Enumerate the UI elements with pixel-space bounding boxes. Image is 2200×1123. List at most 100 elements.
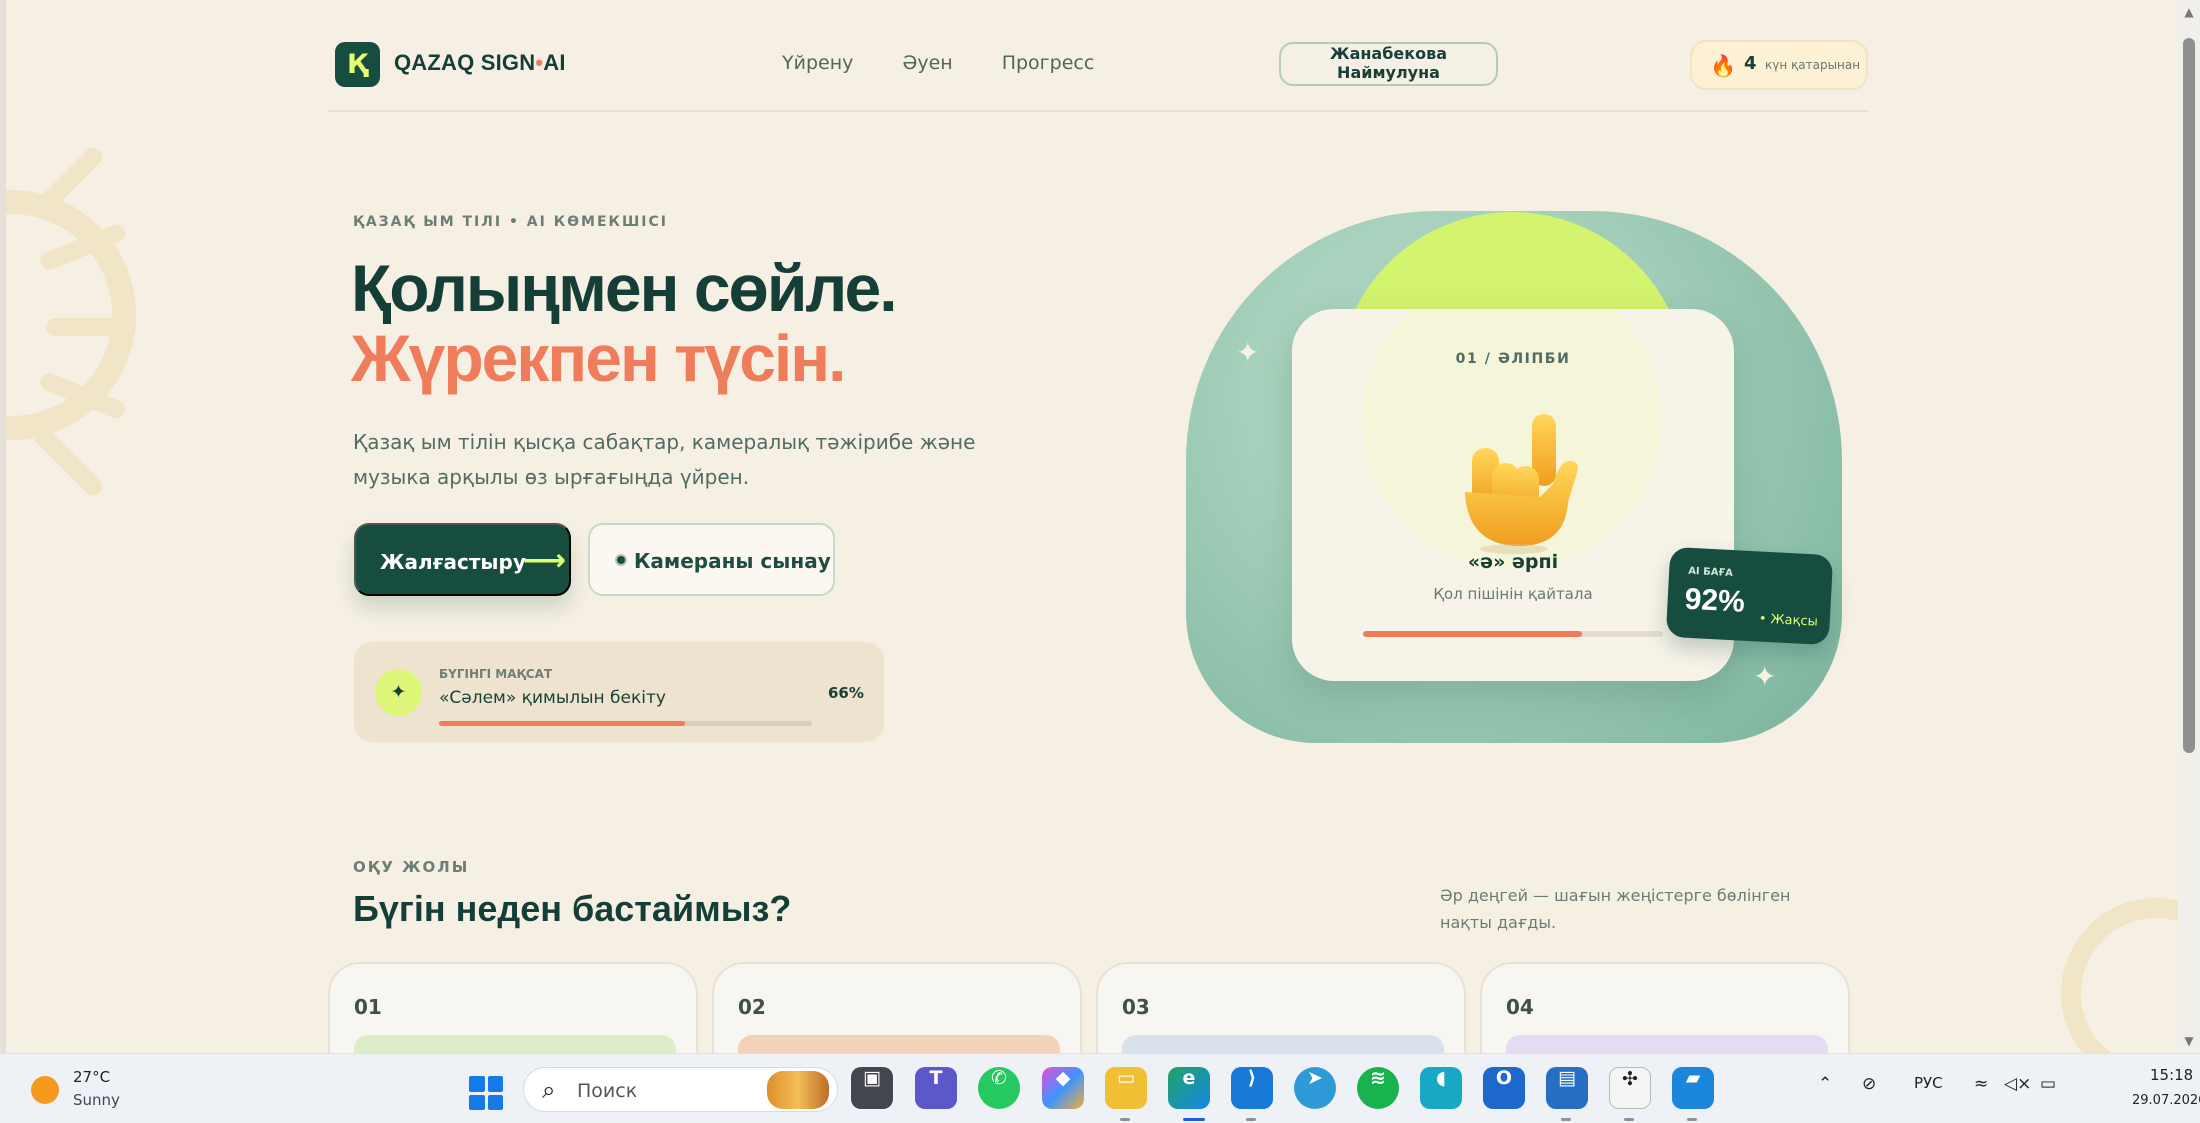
scroll-up-arrow-icon[interactable]: ▲ xyxy=(2183,6,2195,18)
lesson-card-number: 01 xyxy=(354,995,382,1019)
sparkle-icon: ✦ xyxy=(375,669,422,716)
brand-suffix: AI xyxy=(543,50,566,75)
ai-score-value: 92% xyxy=(1683,582,1746,619)
clock-date[interactable]: 29.07.2026 xyxy=(2132,1093,2200,1108)
visibility-off-icon[interactable]: ⊘ xyxy=(1862,1074,1876,1094)
spotify-icon[interactable]: ≋ xyxy=(1357,1067,1399,1109)
hero-eyebrow: ҚАЗАҚ ЫМ ТІЛІ • AI КӨМЕКШІСІ xyxy=(353,214,668,230)
nav-link-music[interactable]: Әуен xyxy=(902,52,952,74)
nav-link-learn[interactable]: Үйрену xyxy=(782,52,853,74)
streak-badge[interactable]: 🔥 4 күн қатарынан xyxy=(1690,40,1868,90)
file-explorer-icon[interactable]: ▭ xyxy=(1105,1067,1147,1109)
daily-goal-percent: 66% xyxy=(828,684,864,702)
whatsapp-icon[interactable]: ✆ xyxy=(978,1067,1020,1109)
lesson-card-number: 02 xyxy=(738,995,766,1019)
lesson-list: 01 02 03 04 xyxy=(328,962,1868,1053)
lesson-card-color-strip xyxy=(738,1035,1060,1053)
main-menu: Үйрену Әуен Прогресс xyxy=(782,52,1094,74)
arrow-right-icon: ⟶ xyxy=(523,543,567,578)
nav-link-progress[interactable]: Прогресс xyxy=(1002,52,1095,74)
docker-icon[interactable]: ▰ xyxy=(1672,1067,1714,1109)
lesson-card-number: 03 xyxy=(1122,995,1150,1019)
running-app-indicator xyxy=(1624,1118,1634,1121)
outlook-icon[interactable]: O xyxy=(1483,1067,1525,1109)
sun-weather-icon[interactable] xyxy=(31,1076,59,1104)
weather-temperature[interactable]: 27°C xyxy=(73,1068,110,1086)
muted-speaker-icon[interactable]: ◁× xyxy=(2004,1074,2031,1094)
decorative-sun-ray xyxy=(29,422,107,500)
language-indicator[interactable]: РУС xyxy=(1914,1074,1943,1092)
scrollbar-thumb[interactable] xyxy=(2183,38,2195,753)
task-view-icon[interactable]: ▣ xyxy=(851,1067,893,1109)
letter-title: «ә» әрпі xyxy=(1467,551,1559,573)
vertical-scrollbar[interactable]: ▲ ▼ xyxy=(2178,0,2200,1053)
telegram-icon[interactable]: ➤ xyxy=(1294,1067,1336,1109)
lesson-card-number: 04 xyxy=(1506,995,1534,1019)
try-camera-label: Камераны сынау xyxy=(634,549,831,573)
show-hidden-icons-icon[interactable]: ⌃ xyxy=(1818,1074,1832,1094)
vscode-icon[interactable]: ⟩ xyxy=(1231,1067,1273,1109)
ai-score-label: AI БАҒА xyxy=(1687,565,1734,580)
clock-time[interactable]: 15:18 xyxy=(2150,1066,2193,1084)
chatgpt-icon[interactable]: ✣ xyxy=(1609,1067,1651,1109)
fire-icon: 🔥 xyxy=(1710,54,1737,78)
daily-goal-card: ✦ БҮГІНГІ МАҚСАТ «Сәлем» қимылын бекіту … xyxy=(354,642,884,742)
weather-description[interactable]: Sunny xyxy=(73,1091,120,1109)
daily-goal-label: БҮГІНГІ МАҚСАТ xyxy=(439,667,553,681)
lesson-card-color-strip xyxy=(354,1035,676,1053)
streak-label: күн қатарынан xyxy=(1765,58,1861,72)
running-app-indicator xyxy=(1120,1118,1130,1121)
remote-desktop-icon[interactable]: ▤ xyxy=(1546,1067,1588,1109)
sparkle-icon: ✦ xyxy=(1236,336,1260,369)
hero-heading-line1: Қолыңмен сөйле. xyxy=(351,251,898,325)
logo-mark[interactable]: Қ xyxy=(335,42,380,87)
lesson-progress-fill xyxy=(1363,631,1582,637)
learning-path-description: Әр деңгей — шағын жеңістерге бөлінген на… xyxy=(1440,886,1791,932)
windows-start-icon[interactable] xyxy=(469,1076,503,1110)
search-icon: ⌕ xyxy=(542,1076,556,1104)
wave-app-icon[interactable]: ◖ xyxy=(1420,1067,1462,1109)
daily-goal-title: «Сәлем» қимылын бекіту xyxy=(439,688,666,708)
daily-goal-progress-track xyxy=(439,721,812,726)
continue-label: Жалғастыру xyxy=(380,550,526,574)
ai-score-grade: • Жақсы xyxy=(1758,611,1819,630)
lesson-number: 01 / ӘЛІПБИ xyxy=(1455,351,1571,367)
continue-button[interactable]: Жалғастыру ⟶ xyxy=(354,523,571,596)
hand-sign-icon xyxy=(1465,414,1578,554)
decorative-sun-ray xyxy=(46,318,136,336)
edge-browser-icon[interactable]: e xyxy=(1168,1067,1210,1109)
search-highlight-icon xyxy=(767,1071,829,1109)
record-icon xyxy=(615,554,627,566)
scroll-down-arrow-icon[interactable]: ▼ xyxy=(2183,1035,2195,1047)
lesson-card-color-strip xyxy=(1506,1035,1828,1053)
streak-count: 4 xyxy=(1744,53,1757,74)
lesson-card-3[interactable]: 03 xyxy=(1096,962,1466,1053)
brand-name[interactable]: QAZAQ SIGN•AI xyxy=(394,50,566,76)
teams-icon[interactable]: T xyxy=(915,1067,957,1109)
sparkle-icon: ✦ xyxy=(1753,660,1777,693)
lesson-card-1[interactable]: 01 xyxy=(328,962,698,1053)
running-app-indicator xyxy=(1687,1118,1697,1121)
brand-main: QAZAQ SIGN xyxy=(394,50,536,75)
learning-path-title: Бүгін неден бастаймыз? xyxy=(353,888,792,929)
wifi-icon[interactable]: ≈ xyxy=(1974,1074,1988,1094)
lesson-card-color-strip xyxy=(1122,1035,1444,1053)
learning-path-eyebrow: ОҚУ ЖОЛЫ xyxy=(353,858,470,876)
battery-icon[interactable]: ▭ xyxy=(2040,1074,2056,1094)
hero-heading-line2: Жүрекпен түсін. xyxy=(351,321,846,395)
ai-score-badge: AI БАҒА 92% • Жақсы xyxy=(1665,546,1834,646)
taskbar-search-box[interactable]: ⌕ Поиск xyxy=(523,1067,838,1112)
copilot-icon[interactable]: ◆ xyxy=(1042,1067,1084,1109)
running-app-indicator xyxy=(1561,1118,1571,1121)
windows-taskbar: 27°C Sunny ⌕ Поиск ▣ T ✆ ◆ ▭ e ⟩ ➤ ≋ ◖ O… xyxy=(0,1053,2200,1123)
search-placeholder: Поиск xyxy=(577,1080,638,1102)
user-profile-button[interactable]: Жанабекова Наймулуна xyxy=(1279,42,1498,86)
lesson-card-2[interactable]: 02 xyxy=(712,962,1082,1053)
top-navigation: Қ QAZAQ SIGN•AI Үйрену Әуен Прогресс Жан… xyxy=(328,28,1868,112)
active-app-indicator xyxy=(1183,1118,1205,1121)
browser-viewport: Қ QAZAQ SIGN•AI Үйрену Әуен Прогресс Жан… xyxy=(0,0,2200,1053)
lesson-card-4[interactable]: 04 xyxy=(1480,962,1850,1053)
lesson-progress-track xyxy=(1363,631,1663,637)
hero-description: Қазақ ым тілін қысқа сабақтар, камералық… xyxy=(353,430,976,489)
try-camera-button[interactable]: Камераны сынау xyxy=(588,523,835,596)
